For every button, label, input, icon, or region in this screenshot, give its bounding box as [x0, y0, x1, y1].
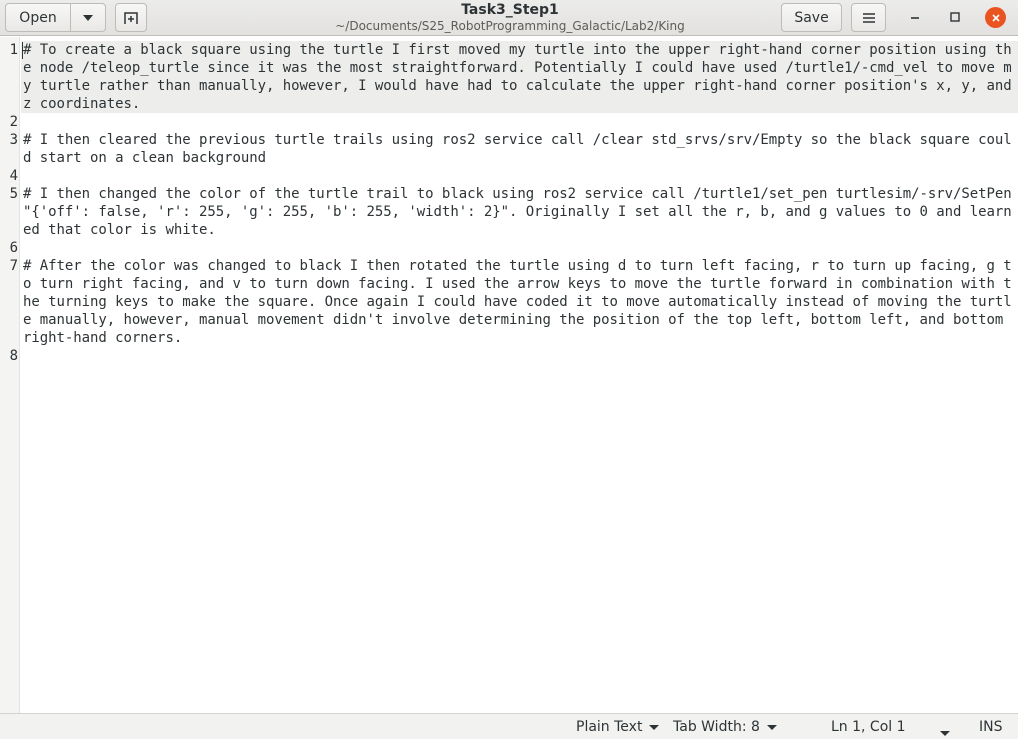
- close-button[interactable]: [985, 7, 1006, 28]
- caret-down-icon: [940, 730, 950, 736]
- new-tab-icon: [124, 11, 138, 24]
- chevron-down-icon: [83, 14, 93, 21]
- text-cursor: [22, 42, 23, 59]
- position-dropdown[interactable]: [940, 725, 950, 739]
- text-editor[interactable]: 1 # To create a black square using the t…: [0, 37, 1018, 713]
- save-button-label: Save: [794, 9, 829, 26]
- open-button-label: Open: [19, 9, 57, 26]
- hamburger-icon: [862, 12, 875, 23]
- minimize-icon: [911, 17, 919, 19]
- insert-mode-indicator[interactable]: INS: [979, 719, 1003, 735]
- line-number: 8: [9, 348, 18, 364]
- line-number: 4: [9, 168, 18, 184]
- tab-width-selector[interactable]: Tab Width: 8: [673, 719, 777, 735]
- language-selector[interactable]: Plain Text: [576, 719, 660, 735]
- line-number: 2: [9, 114, 18, 130]
- line-number: 3: [9, 132, 18, 148]
- status-bar: Plain Text Tab Width: 8 Ln 1, Col 1 INS: [0, 713, 1018, 739]
- caret-down-icon: [649, 724, 660, 730]
- text-line[interactable]: # I then cleared the previous turtle tra…: [23, 131, 1013, 167]
- line-number: 7: [9, 258, 18, 274]
- close-icon: [991, 13, 1000, 22]
- insert-mode-label: INS: [979, 719, 1003, 735]
- cursor-position-label: Ln 1, Col 1: [831, 719, 906, 735]
- new-tab-button[interactable]: [115, 3, 147, 32]
- line-number: 1: [9, 42, 18, 58]
- document-path: ~/Documents/S25_RobotProgramming_Galacti…: [335, 19, 685, 33]
- line-number: 5: [9, 186, 18, 202]
- save-button[interactable]: Save: [781, 3, 842, 32]
- window-title-block: Task3_Step1 ~/Documents/S25_RobotProgram…: [300, 2, 720, 34]
- line-number: 6: [9, 240, 18, 256]
- header-bar: Open Task3_Step1 ~/Documents/S25_RobotPr…: [0, 0, 1018, 36]
- open-menu-button[interactable]: [70, 3, 106, 32]
- maximize-icon: [950, 12, 960, 22]
- text-line[interactable]: # After the color was changed to black I…: [23, 257, 1013, 347]
- cursor-position[interactable]: Ln 1, Col 1: [831, 719, 906, 735]
- minimize-button[interactable]: [905, 7, 925, 27]
- document-title: Task3_Step1: [461, 2, 559, 18]
- menu-button[interactable]: [851, 3, 886, 32]
- tab-width-label: Tab Width: 8: [673, 719, 760, 735]
- language-label: Plain Text: [576, 719, 643, 735]
- caret-down-icon: [766, 724, 777, 730]
- maximize-button[interactable]: [945, 7, 965, 27]
- text-line[interactable]: # I then changed the color of the turtle…: [23, 185, 1013, 239]
- open-button[interactable]: Open: [5, 3, 71, 32]
- text-line[interactable]: # To create a black square using the tur…: [23, 41, 1013, 113]
